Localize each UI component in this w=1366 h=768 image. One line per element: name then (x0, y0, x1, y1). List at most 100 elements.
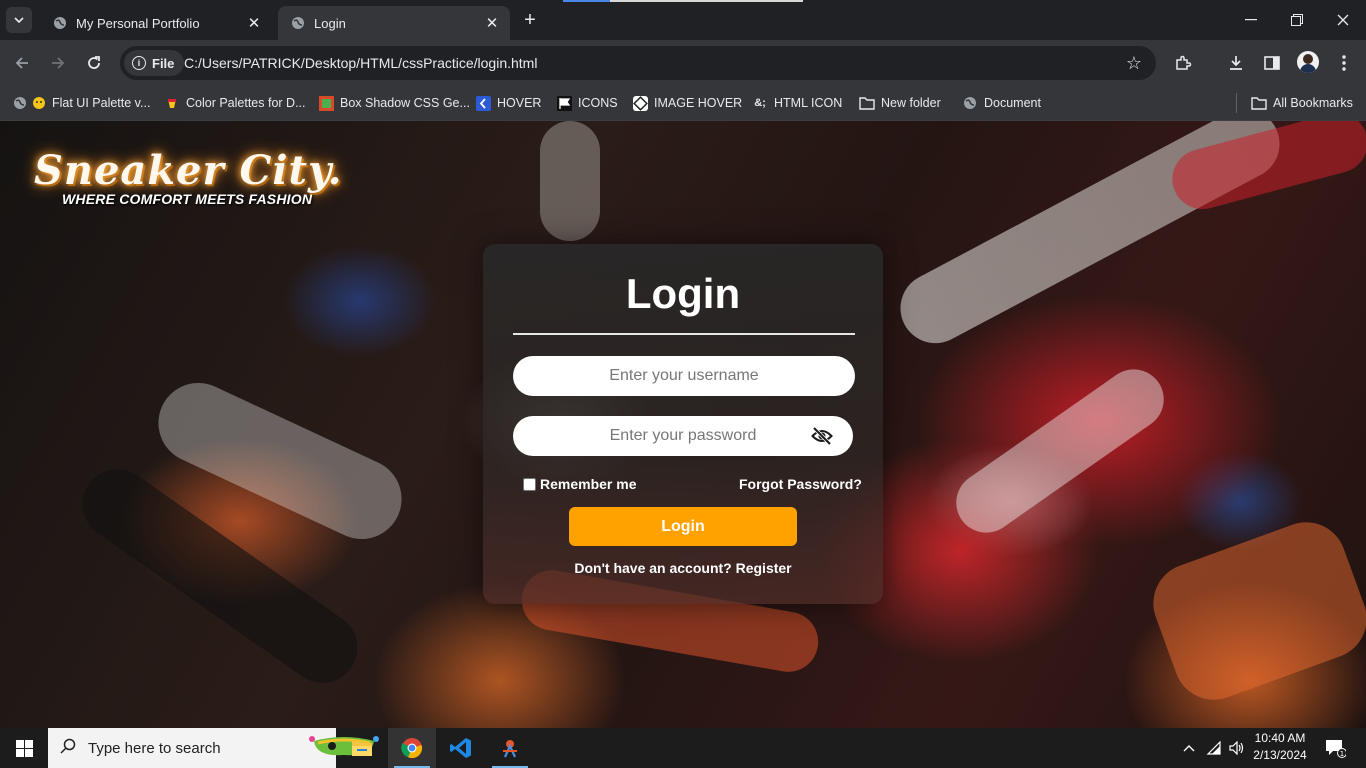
globe-icon (962, 95, 978, 111)
folder-icon (1251, 95, 1267, 111)
reload-button[interactable] (82, 51, 106, 75)
tab-strip: My Personal Portfolio ✕ Login ✕ + (0, 0, 1366, 40)
bookmark-html-icon[interactable]: &; HTML ICON (752, 92, 842, 114)
bookmark-hover[interactable]: HOVER (475, 92, 541, 114)
close-window-button[interactable] (1320, 0, 1366, 40)
menu-button[interactable] (1332, 51, 1356, 75)
emoji-icon (32, 95, 46, 111)
remember-me-checkbox[interactable]: Remember me (523, 476, 637, 492)
all-bookmarks-button[interactable]: All Bookmarks (1251, 92, 1353, 114)
login-title: Login (625, 270, 741, 317)
image-hover-icon (632, 95, 648, 111)
bookmark-box-shadow-css[interactable]: Box Shadow CSS Ge... (318, 92, 470, 114)
taskbar-app-4[interactable] (486, 728, 534, 768)
brand-logo: Sneaker City. WHERE COMFORT MEETS FASHIO… (34, 147, 343, 207)
chrome-icon (401, 738, 423, 759)
notifications-button[interactable]: 1 (1320, 728, 1350, 768)
background-shoe-shape (1142, 511, 1366, 711)
taskbar-file-explorer[interactable] (338, 728, 386, 768)
extensions-button[interactable] (1171, 51, 1195, 75)
kebab-menu-icon (1342, 55, 1346, 71)
start-button[interactable] (0, 728, 48, 768)
tab-title: My Personal Portfolio (76, 15, 200, 31)
search-icon (48, 738, 88, 759)
tab-my-personal-portfolio[interactable]: My Personal Portfolio ✕ (40, 6, 272, 40)
bookmarks-bar: Flat UI Palette v... Color Palettes for … (0, 86, 1366, 121)
globe-icon (290, 15, 306, 31)
tab-login[interactable]: Login ✕ (278, 6, 510, 40)
page-content: Sneaker City. WHERE COMFORT MEETS FASHIO… (0, 121, 1366, 728)
restore-icon (1291, 14, 1303, 26)
close-tab-icon[interactable]: ✕ (484, 15, 500, 32)
taskbar-chrome[interactable] (388, 728, 436, 768)
box-shadow-icon (318, 95, 334, 111)
wifi-icon (1206, 741, 1221, 755)
chevron-up-icon (1183, 745, 1195, 752)
notification-icon: 1 (1326, 740, 1346, 758)
background-shoe-shape (540, 121, 600, 241)
html-entity-icon: &; (754, 97, 766, 109)
bookmark-image-hover[interactable]: IMAGE HOVER (632, 92, 742, 114)
minimize-icon (1245, 19, 1257, 21)
back-button[interactable] (10, 51, 34, 75)
username-input[interactable] (513, 356, 855, 396)
volume-button[interactable] (1226, 728, 1248, 768)
speaker-icon (1229, 741, 1244, 755)
url-text[interactable]: C:/Users/PATRICK/Desktop/HTML/cssPractic… (184, 55, 537, 71)
back-arrow-icon (15, 57, 28, 69)
password-input[interactable] (513, 416, 853, 456)
new-tab-button[interactable]: + (518, 8, 542, 32)
downloads-button[interactable] (1224, 51, 1248, 75)
flag-icon (556, 95, 572, 111)
file-explorer-icon (352, 741, 372, 756)
bookmark-icons[interactable]: ICONS (556, 92, 618, 114)
palette-icon (164, 95, 180, 111)
side-panel-button[interactable] (1260, 51, 1284, 75)
bookmarks-separator (1236, 93, 1237, 113)
tab-search-button[interactable] (6, 7, 32, 33)
site-info-chip[interactable]: i File (124, 50, 185, 76)
search-placeholder: Type here to search (88, 739, 221, 757)
brand-tagline: WHERE COMFORT MEETS FASHION (62, 191, 313, 207)
download-icon (1230, 56, 1242, 70)
minimize-button[interactable] (1228, 0, 1274, 40)
app-icon (503, 740, 517, 758)
remember-me-label: Remember me (540, 476, 637, 492)
info-icon: i (132, 56, 146, 70)
background-shoe-shape (944, 357, 1176, 545)
windows-logo-icon (15, 739, 33, 757)
side-panel-icon (1264, 56, 1280, 70)
svg-text:1: 1 (1340, 750, 1344, 758)
checkbox-box[interactable] (523, 477, 536, 491)
close-icon (1337, 14, 1349, 26)
register-link[interactable]: Register (736, 560, 792, 576)
profile-avatar[interactable] (1297, 51, 1319, 73)
close-tab-icon[interactable]: ✕ (246, 15, 262, 32)
bookmark-star-icon[interactable]: ☆ (1126, 53, 1142, 74)
site-chip-label: File (152, 55, 175, 71)
windows-taskbar: Type here to search 10:40 AM 2/13/2024 1 (0, 728, 1366, 768)
bookmark-flat-ui-palette[interactable]: Flat UI Palette v... (12, 92, 150, 114)
taskbar-search[interactable]: Type here to search (48, 728, 379, 768)
forward-button[interactable] (46, 51, 70, 75)
bookmark-new-folder[interactable]: New folder (859, 92, 941, 114)
browser-toolbar: i File C:/Users/PATRICK/Desktop/HTML/css… (0, 40, 1366, 86)
system-clock[interactable]: 10:40 AM 2/13/2024 (1248, 730, 1312, 764)
network-button[interactable] (1203, 728, 1225, 768)
login-card: Login Remember me Forgot Password? Login… (483, 244, 883, 604)
folder-icon (859, 95, 875, 111)
login-button[interactable]: Login (569, 507, 797, 546)
taskbar-vscode[interactable] (437, 728, 485, 768)
title-divider (513, 333, 855, 335)
restore-button[interactable] (1274, 0, 1320, 40)
signup-text: Don't have an account? (574, 560, 732, 576)
forgot-password-link[interactable]: Forgot Password? (739, 476, 862, 492)
eye-slash-icon[interactable] (811, 426, 833, 446)
vscode-icon (450, 738, 471, 758)
show-hidden-icons-button[interactable] (1178, 728, 1200, 768)
bookmark-document[interactable]: Document (962, 92, 1041, 114)
forward-arrow-icon (52, 57, 65, 69)
address-bar[interactable]: i File C:/Users/PATRICK/Desktop/HTML/css… (120, 46, 1156, 80)
bookmark-color-palettes[interactable]: Color Palettes for D... (164, 92, 306, 114)
clock-time: 10:40 AM (1254, 731, 1306, 745)
